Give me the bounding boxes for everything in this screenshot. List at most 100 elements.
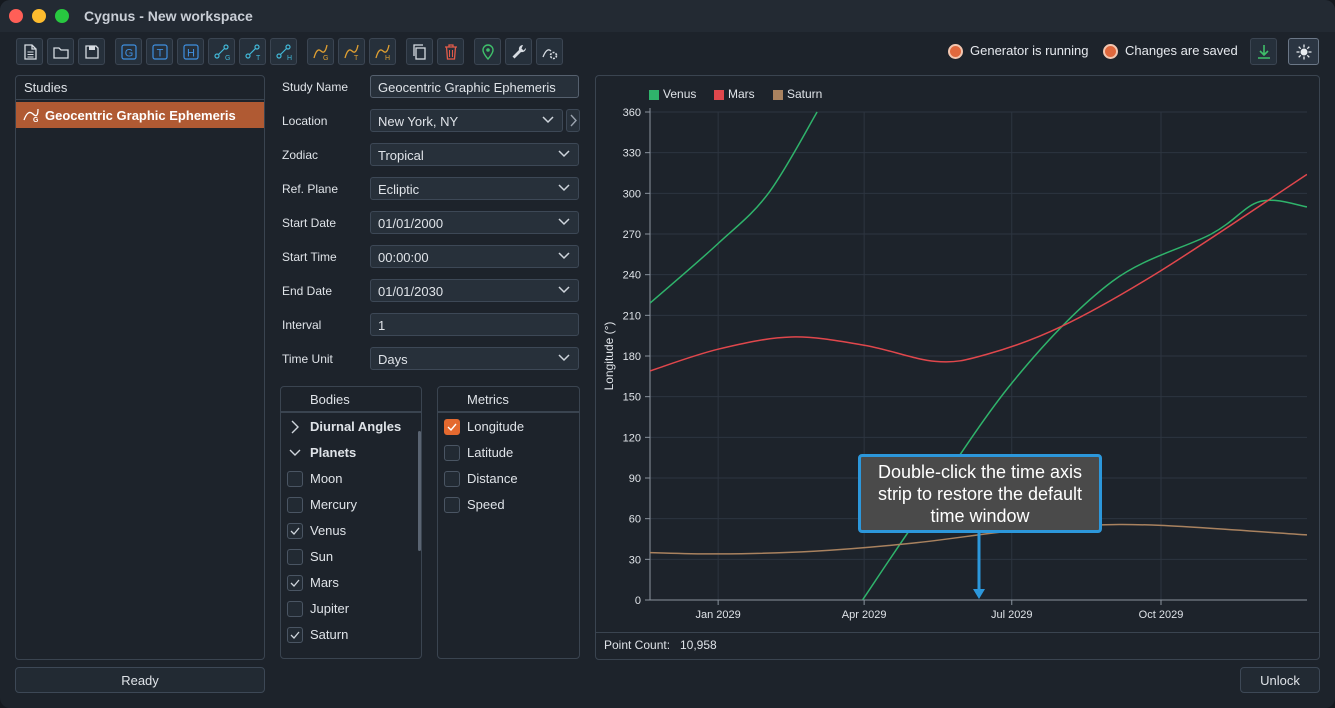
- body-checkbox[interactable]: [287, 471, 303, 487]
- bodies-group-diurnal-angles[interactable]: Diurnal Angles: [287, 418, 415, 438]
- y-tick-label: 300: [623, 188, 641, 200]
- location-select[interactable]: New York, NY: [370, 109, 563, 132]
- body-item-moon[interactable]: Moon: [287, 470, 415, 490]
- graph-h-button[interactable]: H: [270, 38, 297, 65]
- start-date-picker[interactable]: 01/01/2000: [370, 211, 579, 234]
- close-window-button[interactable]: [9, 9, 23, 23]
- end-date-picker[interactable]: 01/01/2030: [370, 279, 579, 302]
- body-checkbox[interactable]: [287, 549, 303, 565]
- start-time-picker[interactable]: 00:00:00: [370, 245, 579, 268]
- metric-item-label: Latitude: [467, 445, 514, 460]
- graph-g-button[interactable]: G: [208, 38, 235, 65]
- body-item-venus[interactable]: Venus: [287, 522, 415, 542]
- chart-h-icon: H: [375, 44, 390, 61]
- chevron-down-icon: [542, 116, 554, 124]
- metric-item-speed[interactable]: Speed: [444, 496, 572, 516]
- graph-h-icon: H: [276, 44, 292, 61]
- metric-item-label: Distance: [467, 471, 518, 486]
- y-tick-label: 120: [623, 432, 641, 444]
- t-button[interactable]: T: [146, 38, 173, 65]
- bodies-scrollbar[interactable]: [418, 431, 421, 551]
- download-button[interactable]: [1250, 38, 1277, 65]
- copy-button[interactable]: [406, 38, 433, 65]
- time-unit-select[interactable]: Days: [370, 347, 579, 370]
- metric-item-latitude[interactable]: Latitude: [444, 444, 572, 464]
- y-tick-label: 90: [629, 473, 641, 485]
- settings-chart-button[interactable]: [536, 38, 563, 65]
- body-item-mars[interactable]: Mars: [287, 574, 415, 594]
- svg-text:T: T: [256, 55, 261, 61]
- bodies-header-label: Bodies: [310, 392, 350, 407]
- help-callout: Double-click the time axis strip to rest…: [858, 454, 1102, 533]
- y-tick-label: 150: [623, 392, 641, 404]
- body-item-saturn[interactable]: Saturn: [287, 626, 415, 646]
- copy-icon: [413, 44, 426, 60]
- metric-checkbox[interactable]: [444, 471, 460, 487]
- h-button[interactable]: H: [177, 38, 204, 65]
- metric-item-longitude[interactable]: Longitude: [444, 418, 572, 438]
- body-item-jupiter[interactable]: Jupiter: [287, 600, 415, 620]
- chart-h-button[interactable]: H: [369, 38, 396, 65]
- y-tick-label: 60: [629, 514, 641, 526]
- svg-text:G: G: [125, 48, 134, 60]
- point-count-value: 10,958: [680, 638, 717, 652]
- body-item-label: Diurnal Angles: [310, 419, 402, 434]
- study-name-input[interactable]: Geocentric Graphic Ephemeris: [370, 75, 579, 98]
- study-item-geocentric-graphic-ephemeris[interactable]: G Geocentric Graphic Ephemeris: [16, 102, 264, 128]
- chevron-down-icon: [289, 449, 301, 456]
- save-button[interactable]: [78, 38, 105, 65]
- chart-footer-divider: [596, 632, 1319, 633]
- location-expand-button[interactable]: [566, 109, 580, 132]
- metric-item-distance[interactable]: Distance: [444, 470, 572, 490]
- study-name-label: Study Name: [282, 80, 349, 94]
- body-checkbox[interactable]: [287, 601, 303, 617]
- chart-t-button[interactable]: T: [338, 38, 365, 65]
- metric-checkbox[interactable]: [444, 419, 460, 435]
- minimize-window-button[interactable]: [32, 9, 46, 23]
- body-item-label: Saturn: [310, 627, 349, 642]
- body-item-label: Venus: [310, 523, 347, 538]
- app-window: Cygnus - New workspace Generator is runn…: [0, 0, 1335, 708]
- g-icon: G: [121, 44, 137, 60]
- metric-checkbox[interactable]: [444, 497, 460, 513]
- t-icon: T: [152, 44, 168, 60]
- series-line-venus: [861, 199, 1307, 600]
- save-icon: [85, 45, 99, 59]
- window-title: Cygnus - New workspace: [84, 8, 253, 24]
- body-item-label: Sun: [310, 549, 334, 564]
- ready-status-button[interactable]: Ready: [15, 667, 265, 693]
- unlock-button[interactable]: Unlock: [1240, 667, 1320, 693]
- interval-input[interactable]: 1: [370, 313, 579, 336]
- new-file-button[interactable]: [16, 38, 43, 65]
- metric-checkbox[interactable]: [444, 445, 460, 461]
- chevron-right-icon: [570, 114, 577, 127]
- zodiac-select[interactable]: Tropical: [370, 143, 579, 166]
- body-item-label: Planets: [310, 445, 357, 460]
- checkmark-icon: [290, 579, 300, 587]
- location-value: New York, NY: [378, 114, 459, 129]
- body-checkbox[interactable]: [287, 575, 303, 591]
- ref-plane-select[interactable]: Ecliptic: [370, 177, 579, 200]
- chevron-right-icon: [291, 420, 299, 434]
- location-pin-button[interactable]: [474, 38, 501, 65]
- graph-t-button[interactable]: T: [239, 38, 266, 65]
- zoom-window-button[interactable]: [55, 9, 69, 23]
- body-item-sun[interactable]: Sun: [287, 548, 415, 568]
- body-checkbox[interactable]: [287, 523, 303, 539]
- g-button[interactable]: G: [115, 38, 142, 65]
- chart-g-button[interactable]: G: [307, 38, 334, 65]
- wrench-icon: [512, 44, 527, 59]
- ephemeris-chart[interactable]: 0 30 60 90 120 150 180 210 240 270 300 330 360 Jan 20…: [596, 76, 1319, 628]
- body-item-mercury[interactable]: Mercury: [287, 496, 415, 516]
- body-checkbox[interactable]: [287, 497, 303, 513]
- wrench-button[interactable]: [505, 38, 532, 65]
- body-checkbox[interactable]: [287, 627, 303, 643]
- bodies-group-planets[interactable]: Planets: [287, 444, 415, 464]
- theme-toggle-button[interactable]: [1288, 38, 1319, 65]
- open-folder-button[interactable]: [47, 38, 74, 65]
- metric-item-label: Speed: [467, 497, 505, 512]
- y-tick-label: 180: [623, 351, 641, 363]
- ref-plane-label: Ref. Plane: [282, 182, 339, 196]
- trash-button[interactable]: [437, 38, 464, 65]
- svg-text:H: H: [385, 55, 390, 61]
